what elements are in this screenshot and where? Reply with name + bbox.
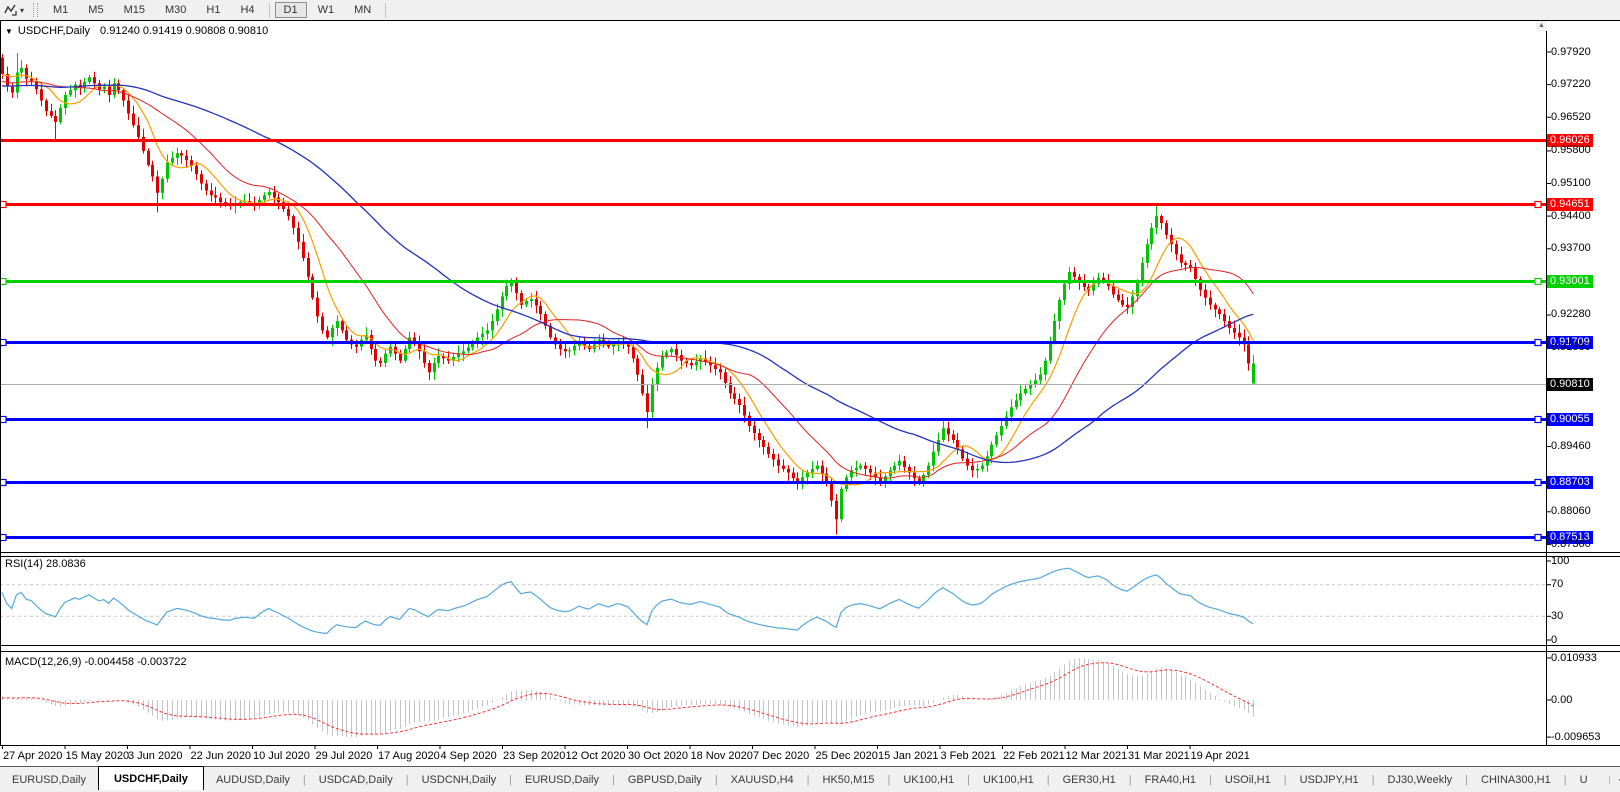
symbol-tab-GBPUSD,Daily[interactable]: GBPUSD,Daily	[616, 767, 714, 792]
tab-scroll-buttons: | ◀ ▶	[1600, 775, 1620, 784]
macd-signal-line	[1, 662, 1254, 735]
timeframe-M5[interactable]: M5	[79, 2, 112, 18]
symbol-tab-HK50,M15[interactable]: HK50,M15	[811, 767, 887, 792]
price-chart-canvas[interactable]	[0, 0, 1620, 792]
symbol-tab-UK100,H1[interactable]: UK100,H1	[891, 767, 966, 792]
symbol-tab-CHINA300,H1[interactable]: CHINA300,H1	[1469, 767, 1563, 792]
symbol-tab-DJ30,Weekly[interactable]: DJ30,Weekly	[1376, 767, 1465, 792]
toolbar-separator	[268, 2, 270, 18]
line-handle[interactable]	[1534, 533, 1542, 542]
symbol-tab-USDCAD,Daily[interactable]: USDCAD,Daily	[307, 767, 405, 792]
symbol-tabs: EURUSD,Daily USDCHF,Daily AUDUSD,Daily | USD…	[0, 766, 1600, 792]
symbol-tab-GER30,H1[interactable]: GER30,H1	[1051, 767, 1128, 792]
timeframe-D1[interactable]: D1	[274, 2, 307, 18]
timeframe-MN[interactable]: MN	[345, 2, 380, 18]
ma-8-line	[1, 74, 1254, 486]
symbol-tab-USOil,H1[interactable]: USOil,H1	[1213, 767, 1283, 792]
timeframe-M1[interactable]: M1	[44, 2, 77, 18]
line-handle[interactable]	[1534, 478, 1542, 487]
dropdown-caret-icon: ▾	[20, 5, 25, 15]
symbol-tab-XAUUSD,H4[interactable]: XAUUSD,H4	[719, 767, 806, 792]
symbol-tab-bar: EURUSD,Daily USDCHF,Daily AUDUSD,Daily | USD…	[0, 766, 1620, 792]
symbol-tab-U[interactable]: U	[1568, 767, 1600, 792]
toolbar-separator	[385, 2, 387, 18]
timeframe-H1[interactable]: H1	[197, 2, 229, 18]
line-handle[interactable]	[1534, 415, 1542, 424]
tab-divider: |	[1608, 775, 1611, 784]
scroll-up-button[interactable]: ▲	[1536, 21, 1547, 31]
symbol-tab-USDCNH,Daily[interactable]: USDCNH,Daily	[410, 767, 509, 792]
candles	[1, 52, 1255, 535]
timeframe-W1[interactable]: W1	[309, 2, 344, 18]
symbol-tab-EURUSD,Daily[interactable]: EURUSD,Daily	[0, 767, 98, 792]
symbol-tab-UK100,H1[interactable]: UK100,H1	[971, 767, 1046, 792]
timeframe-buttons: M1 M5 M15 M30 H1 H4 D1 W1 MN	[43, 0, 390, 20]
zigzag-cursor-icon	[4, 4, 17, 16]
toolbar: ▾ M1 M5 M15 M30 H1 H4 D1 W1 MN	[0, 0, 1620, 20]
symbol-tab-FRA40,H1[interactable]: FRA40,H1	[1133, 767, 1208, 792]
macd-histogram	[2, 658, 1254, 738]
line-handle[interactable]	[1534, 200, 1542, 209]
cursor-tool-icon[interactable]: ▾	[0, 1, 28, 19]
symbol-tab-AUDUSD,Daily[interactable]: AUDUSD,Daily	[204, 767, 302, 792]
timeframe-M30[interactable]: M30	[156, 2, 195, 18]
timeframe-H4[interactable]: H4	[231, 2, 263, 18]
symbol-tab-USDCHF,Daily[interactable]: USDCHF,Daily	[97, 766, 204, 790]
rsi-line	[1, 567, 1254, 635]
symbol-tab-EURUSD,Daily[interactable]: EURUSD,Daily	[513, 767, 611, 792]
toolbar-grip[interactable]	[33, 3, 39, 17]
line-handle[interactable]	[1534, 277, 1542, 286]
symbol-tab-USDJPY,H1[interactable]: USDJPY,H1	[1288, 767, 1371, 792]
line-handle[interactable]	[1534, 338, 1542, 347]
timeframe-M15[interactable]: M15	[115, 2, 154, 18]
